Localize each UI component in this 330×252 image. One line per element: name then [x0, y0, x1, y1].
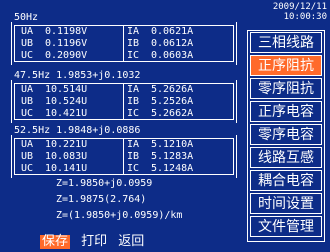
measurement-row: UA 10.514U IA 5.2626A — [15, 84, 235, 96]
i-value: 5.2626A — [151, 84, 194, 95]
u-value: 10.524U — [45, 96, 88, 107]
i-value: 5.1248A — [151, 163, 194, 174]
u-value: 0.1196V — [45, 38, 88, 49]
menu-item-zero-sequence-capacitance[interactable]: 零序电容 — [250, 124, 322, 145]
datetime: 2009/12/11 10:00:30 — [241, 2, 327, 22]
section-3-measurement-box: UA 10.221U IA 5.1210A UB 10.083U IB 5.12… — [11, 135, 237, 178]
menu-item-positive-sequence-impedance[interactable]: 正序阻抗 — [250, 55, 322, 76]
u-value: 10.221U — [45, 139, 88, 150]
u-label: UC — [21, 108, 34, 119]
i-label: IA — [127, 139, 140, 150]
section-3-frequency: 52.5Hz 1.9848+j0.0886 — [14, 125, 141, 136]
result-impedance: Z=1.9850+j0.0959 — [56, 178, 153, 189]
u-label: UA — [21, 139, 34, 150]
menu-item-time-settings[interactable]: 时间设置 — [250, 193, 322, 214]
u-label: UC — [21, 163, 34, 174]
u-value: 10.141U — [45, 163, 88, 174]
back-button[interactable]: 返回 — [118, 235, 144, 249]
measurement-row: UB 10.524U IB 5.2526A — [15, 96, 235, 108]
instrument-screen: 2009/12/11 10:00:30 50Hz UA 0.1198V IA 0… — [0, 0, 330, 252]
u-label: UC — [21, 50, 34, 61]
measurement-row: UB 0.1196V IB 0.0612A — [15, 38, 235, 50]
i-label: IB — [127, 151, 140, 162]
u-value: 0.2090V — [45, 50, 88, 61]
result-impedance-per-km: Z=(1.9850+j0.0959)/km — [56, 210, 183, 221]
measurement-row: UA 10.221U IA 5.1210A — [15, 139, 235, 151]
section-2-frequency: 47.5Hz 1.9853+j0.1032 — [14, 70, 141, 81]
i-label: IA — [127, 26, 140, 37]
function-menu: 三相线路 正序阻抗 零序阻抗 正序电容 零序电容 线路互感 耦合电容 时间设置 … — [247, 30, 325, 242]
save-button[interactable]: 保存 — [40, 235, 71, 249]
time-text: 10:00:30 — [283, 12, 327, 22]
menu-item-line-mutual-inductance[interactable]: 线路互感 — [250, 147, 322, 168]
measurement-row: UA 0.1198V IA 0.0621A — [15, 26, 235, 38]
result-impedance-polar: Z=1.9875(2.764) — [56, 194, 147, 205]
i-value: 5.1283A — [151, 151, 194, 162]
print-button[interactable]: 打印 — [81, 235, 107, 249]
menu-item-file-management[interactable]: 文件管理 — [250, 216, 322, 237]
i-label: IC — [127, 163, 140, 174]
i-value: 5.2662A — [151, 108, 194, 119]
u-label: UA — [21, 26, 34, 37]
u-label: UB — [21, 96, 34, 107]
i-label: IC — [127, 108, 140, 119]
i-label: IB — [127, 38, 140, 49]
i-value: 5.1210A — [151, 139, 194, 150]
i-value: 0.0603A — [151, 50, 194, 61]
i-value: 0.0612A — [151, 38, 194, 49]
i-label: IC — [127, 50, 140, 61]
section-2-measurement-box: UA 10.514U IA 5.2626A UB 10.524U IB 5.25… — [11, 80, 237, 123]
u-value: 0.1198V — [45, 26, 88, 37]
u-value: 10.083U — [45, 151, 88, 162]
i-value: 0.0621A — [151, 26, 194, 37]
measurement-row: UB 10.083U IB 5.1283A — [15, 151, 235, 163]
measurement-row: UC 10.421U IC 5.2662A — [15, 108, 235, 120]
measurement-row: UC 10.141U IC 5.1248A — [15, 163, 235, 175]
i-value: 5.2526A — [151, 96, 194, 107]
section-1-frequency: 50Hz — [14, 12, 39, 23]
menu-item-zero-sequence-impedance[interactable]: 零序阻抗 — [250, 78, 322, 99]
i-label: IA — [127, 84, 140, 95]
u-label: UB — [21, 151, 34, 162]
menu-item-positive-sequence-capacitance[interactable]: 正序电容 — [250, 101, 322, 122]
date-text: 2009/12/11 — [272, 2, 327, 12]
u-value: 10.421U — [45, 108, 88, 119]
menu-item-three-phase-line[interactable]: 三相线路 — [250, 32, 322, 53]
section-1-measurement-box: UA 0.1198V IA 0.0621A UB 0.1196V IB 0.06… — [11, 22, 237, 65]
i-label: IB — [127, 96, 140, 107]
menu-item-coupling-capacitance[interactable]: 耦合电容 — [250, 170, 322, 191]
u-label: UB — [21, 38, 34, 49]
u-value: 10.514U — [45, 84, 88, 95]
measurement-row: UC 0.2090V IC 0.0603A — [15, 50, 235, 62]
bottom-action-bar: 保存 打印 返回 — [40, 230, 150, 249]
u-label: UA — [21, 84, 34, 95]
